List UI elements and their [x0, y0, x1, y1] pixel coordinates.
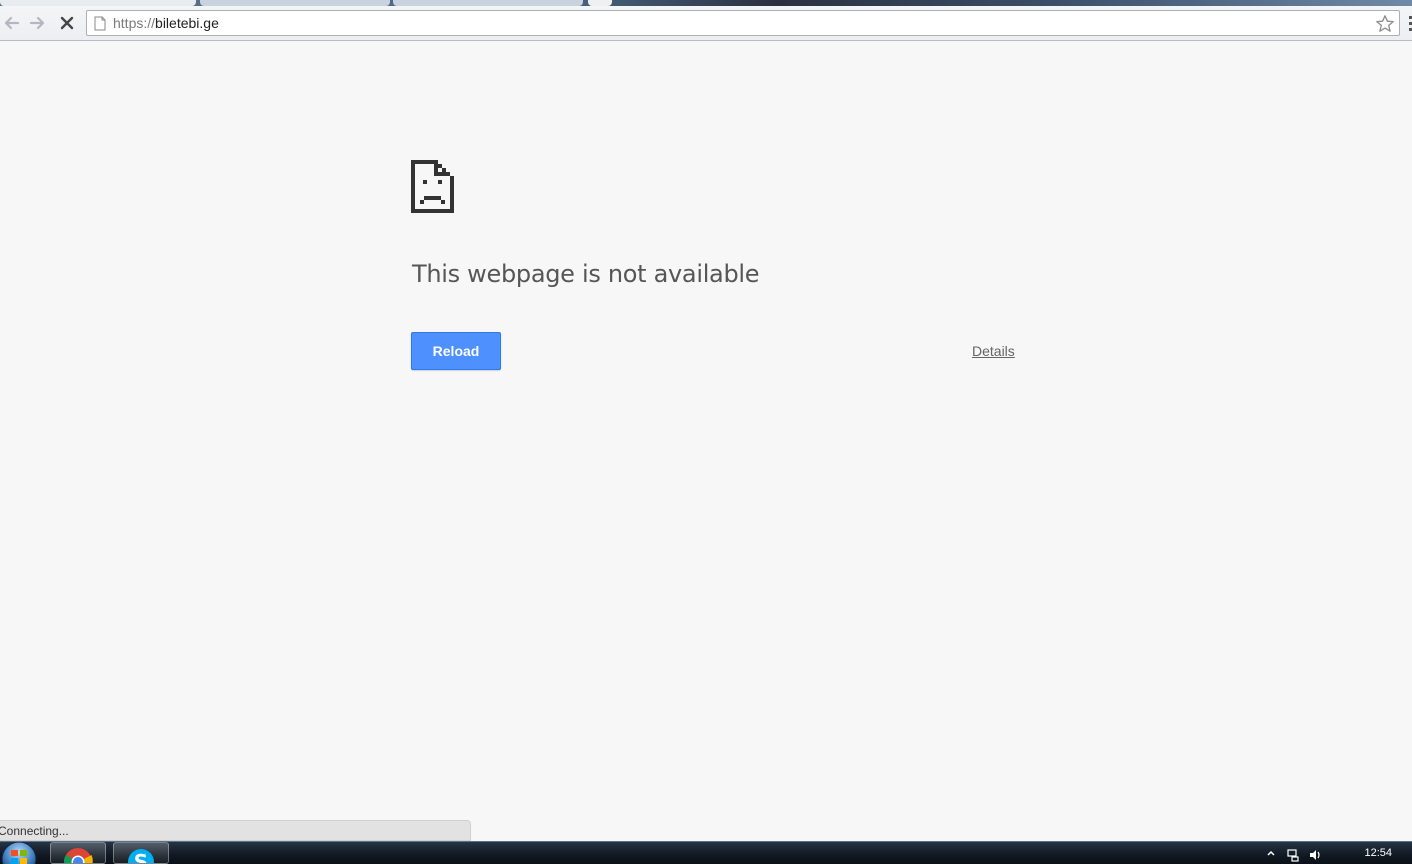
start-orb-icon[interactable] — [0, 842, 38, 864]
reload-button[interactable]: Reload — [411, 332, 501, 370]
sad-page-icon — [411, 160, 454, 213]
clock[interactable]: 12:54 — [1364, 847, 1392, 859]
status-text: Connecting... — [0, 824, 69, 838]
url-host: biletebi.ge — [155, 15, 219, 31]
menu-icon[interactable] — [1408, 14, 1412, 32]
browser-toolbar: https://biletebi.ge — [0, 6, 1412, 41]
stop-button[interactable] — [56, 12, 78, 34]
network-icon[interactable] — [1286, 848, 1300, 862]
taskbar: S 12:54 — [0, 841, 1412, 864]
error-heading: This webpage is not available — [412, 260, 760, 288]
page-icon — [94, 16, 106, 31]
system-tray: 12:54 — [1262, 842, 1412, 864]
back-button[interactable] — [0, 12, 22, 34]
chevron-up-icon[interactable] — [1266, 848, 1276, 858]
forward-button[interactable] — [27, 12, 49, 34]
volume-icon[interactable] — [1308, 848, 1322, 862]
skype-icon: S — [128, 849, 154, 864]
url-scheme: https:// — [113, 15, 156, 31]
taskbar-chrome-button[interactable] — [50, 842, 106, 864]
url-text[interactable]: https://biletebi.ge — [113, 15, 219, 31]
status-bubble: Connecting... — [0, 820, 471, 841]
arrow-right-icon — [29, 16, 45, 30]
svg-text:S: S — [134, 850, 148, 864]
star-icon[interactable] — [1375, 14, 1395, 34]
close-icon — [60, 16, 74, 30]
address-bar[interactable]: https://biletebi.ge — [86, 10, 1400, 36]
arrow-left-icon — [4, 16, 20, 30]
chrome-icon — [64, 848, 93, 863]
details-link[interactable]: Details — [972, 343, 1015, 359]
taskbar-skype-button[interactable]: S — [113, 842, 169, 864]
